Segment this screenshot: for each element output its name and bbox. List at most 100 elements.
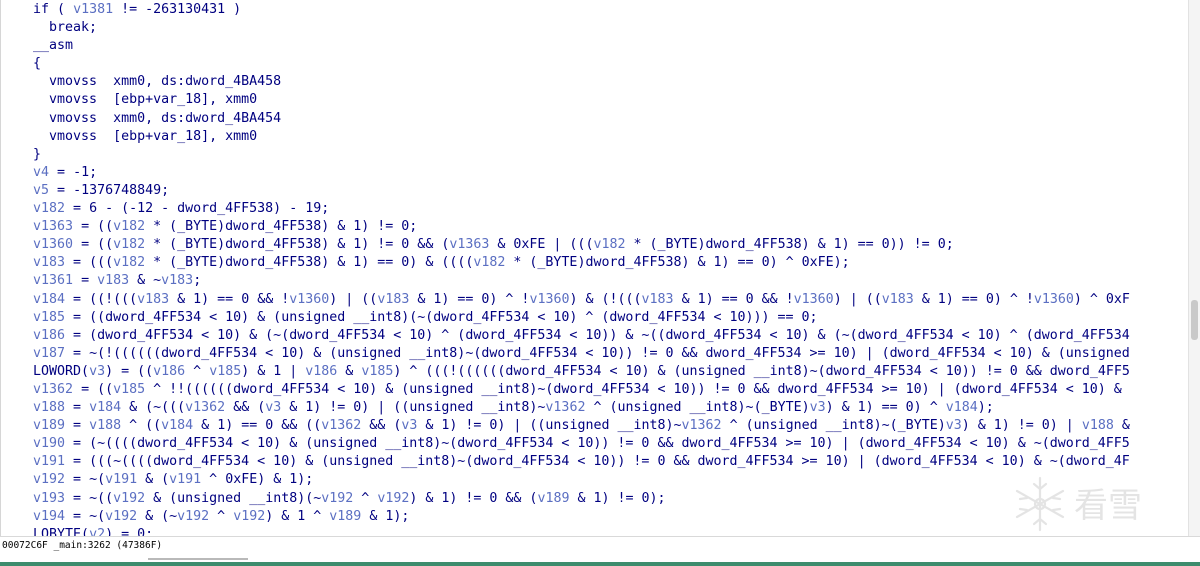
variable-token[interactable]: v1360: [1, 237, 73, 252]
variable-token[interactable]: v5: [1, 183, 49, 198]
variable-token[interactable]: v183: [642, 292, 674, 307]
variable-token[interactable]: v4: [1, 165, 49, 180]
code-line[interactable]: }: [1, 146, 1189, 164]
variable-token[interactable]: v192: [377, 491, 409, 506]
variable-token[interactable]: v185: [209, 364, 241, 379]
variable-token[interactable]: v182: [473, 255, 505, 270]
variable-token[interactable]: v186: [305, 364, 337, 379]
variable-token[interactable]: v192: [1, 472, 65, 487]
variable-token[interactable]: v1360: [289, 292, 329, 307]
variable-token[interactable]: v1363: [1, 219, 73, 234]
variable-token[interactable]: v189: [1, 418, 65, 433]
variable-token[interactable]: v186: [153, 364, 185, 379]
variable-token[interactable]: v1360: [1034, 292, 1074, 307]
variable-token[interactable]: v186: [1, 328, 65, 343]
code-line[interactable]: {: [1, 55, 1189, 73]
variable-token[interactable]: v184: [946, 400, 978, 415]
variable-token[interactable]: v192: [321, 491, 353, 506]
variable-token[interactable]: v3: [401, 418, 417, 433]
variable-token[interactable]: v187: [1, 346, 65, 361]
vertical-scrollbar[interactable]: [1188, 0, 1200, 536]
variable-token[interactable]: v183: [137, 292, 169, 307]
code-line[interactable]: LOWORD(v3) = ((v186 ^ v185) & 1 | v186 &…: [1, 363, 1189, 381]
variable-token[interactable]: v193: [1, 491, 65, 506]
variable-token[interactable]: v1362: [321, 418, 361, 433]
variable-token[interactable]: v1381: [73, 2, 113, 17]
code-line[interactable]: v189 = v188 ^ ((v184 & 1) == 0 && ((v136…: [1, 417, 1189, 435]
variable-token[interactable]: v2: [89, 527, 105, 536]
variable-token[interactable]: v185: [361, 364, 393, 379]
code-line[interactable]: v1363 = ((v182 * (_BYTE)dword_4FF538) & …: [1, 218, 1189, 236]
variable-token[interactable]: v3: [265, 400, 281, 415]
code-token: & (unsigned __int8)(~: [145, 490, 322, 506]
code-token: * (_BYTE)dword_4FF538) & 1) == 0) ^ 0xFE…: [505, 255, 850, 271]
variable-token[interactable]: v184: [89, 400, 121, 415]
variable-token[interactable]: v185: [113, 382, 145, 397]
variable-token[interactable]: v191: [105, 472, 137, 487]
code-line[interactable]: v190 = (~((((dword_4FF534 < 10) & (unsig…: [1, 435, 1189, 453]
variable-token[interactable]: v188: [1082, 418, 1114, 433]
variable-token[interactable]: v182: [1, 201, 65, 216]
code-line[interactable]: v188 = v184 & (~(((v1362 && (v3 & 1) != …: [1, 399, 1189, 417]
code-line[interactable]: break;: [1, 19, 1189, 37]
variable-token[interactable]: v183: [1, 255, 65, 270]
code-line[interactable]: v4 = -1;: [1, 164, 1189, 182]
variable-token[interactable]: v183: [97, 273, 129, 288]
variable-token[interactable]: v194: [1, 509, 65, 524]
code-token: ) & 1) != 0 && (: [409, 490, 538, 506]
variable-token[interactable]: v1360: [794, 292, 834, 307]
code-line[interactable]: v185 = ((dword_4FF534 < 10) & (unsigned …: [1, 309, 1189, 327]
code-line[interactable]: v191 = (((~((((dword_4FF534 < 10) & (uns…: [1, 453, 1189, 471]
code-line[interactable]: v1362 = ((v185 ^ !!((((((dword_4FF534 < …: [1, 381, 1189, 399]
code-line[interactable]: v1360 = ((v182 * (_BYTE)dword_4FF538) & …: [1, 236, 1189, 254]
variable-token[interactable]: v188: [89, 418, 121, 433]
variable-token[interactable]: v182: [113, 237, 145, 252]
code-line[interactable]: vmovss [ebp+var_18], xmm0: [1, 91, 1189, 109]
pseudocode-view[interactable]: if ( v1381 != -263130431 ) break; __asm …: [0, 0, 1189, 536]
variable-token[interactable]: v184: [161, 418, 193, 433]
variable-token[interactable]: v1363: [449, 237, 489, 252]
variable-token[interactable]: v183: [882, 292, 914, 307]
variable-token[interactable]: v183: [161, 273, 193, 288]
code-line[interactable]: __asm: [1, 37, 1189, 55]
variable-token[interactable]: v1362: [682, 418, 722, 433]
variable-token[interactable]: v182: [113, 255, 145, 270]
variable-token[interactable]: v189: [329, 509, 361, 524]
code-line[interactable]: v184 = ((!(((v183 & 1) == 0 && !v1360) |…: [1, 291, 1189, 309]
code-line[interactable]: vmovss xmm0, ds:dword_4BA454: [1, 110, 1189, 128]
horizontal-scrollbar[interactable]: [148, 558, 248, 560]
vertical-scrollbar-thumb[interactable]: [1191, 300, 1198, 340]
variable-token[interactable]: v3: [810, 400, 826, 415]
variable-token[interactable]: v1362: [1, 382, 73, 397]
variable-token[interactable]: v191: [1, 454, 65, 469]
code-token: & 1);: [361, 508, 410, 524]
variable-token[interactable]: v192: [113, 491, 145, 506]
variable-token[interactable]: v183: [377, 292, 409, 307]
code-line[interactable]: if ( v1381 != -263130431 ): [1, 1, 1189, 19]
variable-token[interactable]: v1362: [185, 400, 225, 415]
code-line[interactable]: v186 = (dword_4FF534 < 10) & (~(dword_4F…: [1, 327, 1189, 345]
variable-token[interactable]: v192: [105, 509, 137, 524]
code-line[interactable]: v182 = 6 - (-12 - dword_4FF538) - 19;: [1, 200, 1189, 218]
variable-token[interactable]: v190: [1, 436, 65, 451]
variable-token[interactable]: v1361: [1, 273, 73, 288]
variable-token[interactable]: v188: [1, 400, 65, 415]
variable-token[interactable]: v3: [89, 364, 105, 379]
variable-token[interactable]: v191: [169, 472, 201, 487]
variable-token[interactable]: v1362: [545, 400, 585, 415]
variable-token[interactable]: v182: [593, 237, 625, 252]
variable-token[interactable]: v184: [1, 292, 65, 307]
code-line[interactable]: vmovss xmm0, ds:dword_4BA458: [1, 73, 1189, 91]
code-line[interactable]: v183 = (((v182 * (_BYTE)dword_4FF538) & …: [1, 254, 1189, 272]
code-line[interactable]: v5 = -1376748849;: [1, 182, 1189, 200]
variable-token[interactable]: v189: [537, 491, 569, 506]
variable-token[interactable]: v185: [1, 310, 65, 325]
variable-token[interactable]: v3: [946, 418, 962, 433]
variable-token[interactable]: v182: [113, 219, 145, 234]
variable-token[interactable]: v192: [233, 509, 265, 524]
variable-token[interactable]: v192: [177, 509, 209, 524]
variable-token[interactable]: v1360: [529, 292, 569, 307]
code-line[interactable]: v1361 = v183 & ~v183;: [1, 272, 1189, 290]
code-line[interactable]: vmovss [ebp+var_18], xmm0: [1, 128, 1189, 146]
code-line[interactable]: v187 = ~(!((((((dword_4FF534 < 10) & (un…: [1, 345, 1189, 363]
